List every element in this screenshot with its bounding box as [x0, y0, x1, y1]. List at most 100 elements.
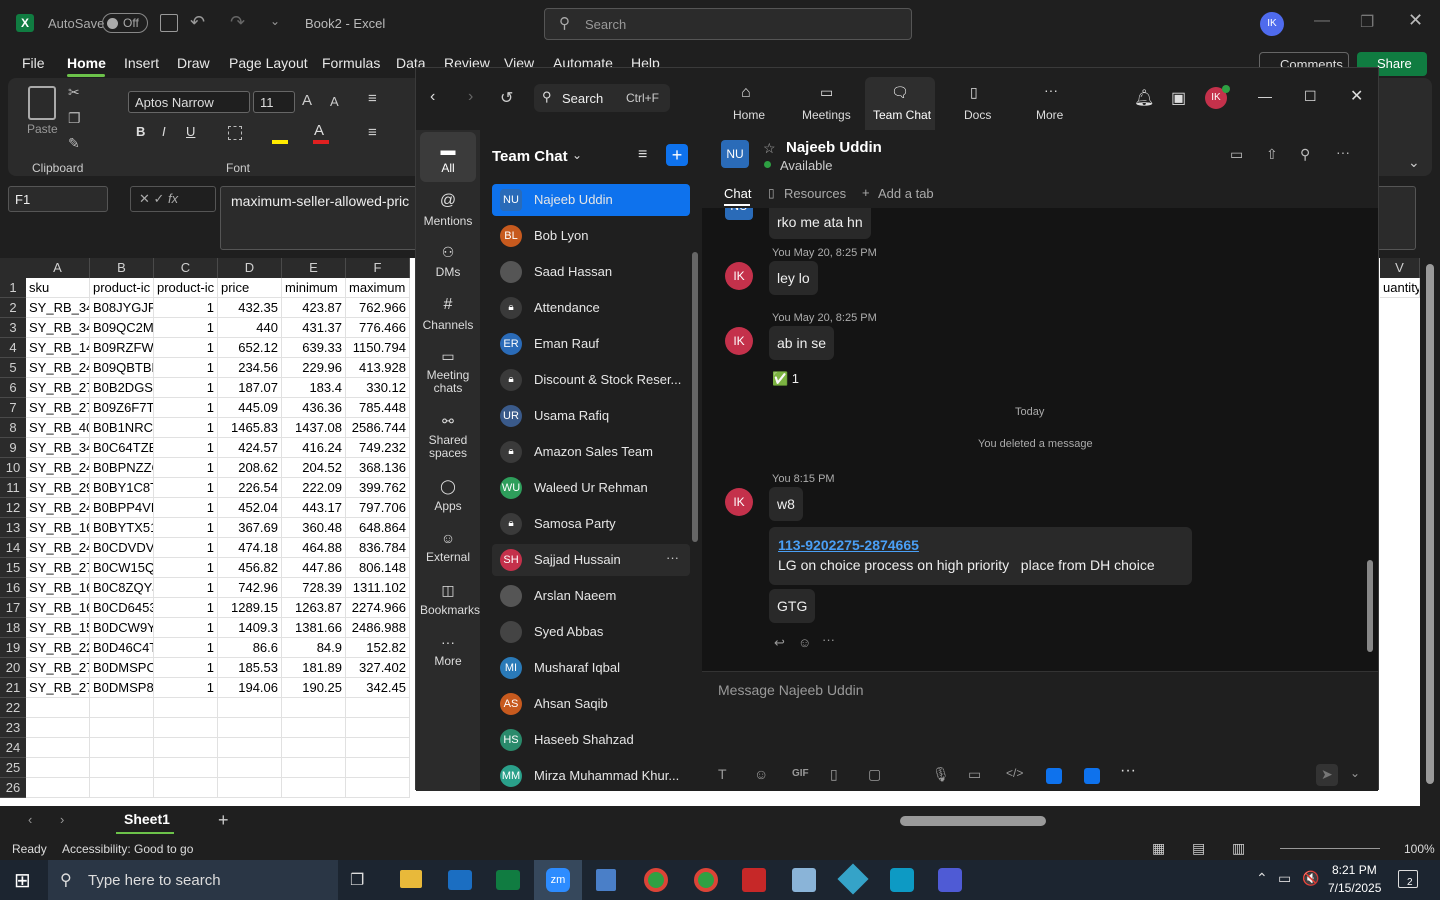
chat-list-item[interactable]: 🔒︎ Discount & Stock Reser...	[492, 364, 690, 396]
cell[interactable]: 639.33	[282, 338, 346, 358]
cell[interactable]: 183.4	[282, 378, 346, 398]
cell[interactable]: 1	[154, 358, 218, 378]
tab-formulas[interactable]: Formulas	[322, 55, 380, 71]
task-view-icon[interactable]: ❐	[350, 870, 364, 890]
paste-icon[interactable]	[28, 86, 56, 120]
cell[interactable]	[218, 758, 282, 778]
cell[interactable]: 836.784	[346, 538, 410, 558]
message-bubble[interactable]: GTG	[769, 589, 816, 623]
cell[interactable]	[218, 698, 282, 718]
chat-list-item[interactable]: 🔒︎ Amazon Sales Team	[492, 436, 690, 468]
fill-color-icon[interactable]	[272, 140, 288, 144]
zoom-level[interactable]: 100%	[1404, 842, 1435, 856]
rail-all[interactable]: ▬ All	[420, 132, 476, 182]
chat-list-item[interactable]: ER Eman Rauf	[492, 328, 690, 360]
send-button[interactable]: ➤	[1316, 764, 1338, 786]
tab-file[interactable]: File	[22, 55, 45, 71]
cell[interactable]: 1150.794	[346, 338, 410, 358]
column-header-c[interactable]: C	[154, 258, 218, 278]
app-shortcut-icon[interactable]	[1046, 768, 1062, 784]
cell[interactable]: 330.12	[346, 378, 410, 398]
emoji-icon[interactable]: ☺	[754, 766, 768, 782]
cell[interactable]: 1	[154, 398, 218, 418]
copy-icon[interactable]: ❐	[68, 110, 81, 127]
star-icon[interactable]: ☆	[763, 140, 776, 157]
page-break-view-icon[interactable]: ▥	[1232, 840, 1245, 857]
tab-home[interactable]: Home	[67, 55, 106, 71]
cell[interactable]: 1263.87	[282, 598, 346, 618]
video-message-icon[interactable]: ▭	[968, 766, 981, 783]
cell[interactable]: B0BYTX51(	[90, 518, 154, 538]
cell[interactable]: 367.69	[218, 518, 282, 538]
app-shortcut-icon[interactable]	[1084, 768, 1100, 784]
font-size-select[interactable]: 11	[253, 91, 295, 113]
vertical-scrollbar[interactable]	[1420, 184, 1440, 806]
cell[interactable]: B0CD6453	[90, 598, 154, 618]
cell[interactable]: SY_RB_34E	[26, 318, 90, 338]
restore-icon[interactable]: ❐	[1360, 12, 1374, 32]
cell[interactable]: SY_RB_24E	[26, 358, 90, 378]
more-options-icon[interactable]: ···	[666, 550, 679, 565]
cell-v1[interactable]: uantity	[1380, 278, 1420, 298]
filter-icon[interactable]: ≡	[638, 146, 647, 164]
cell[interactable]: SY_RB_27E	[26, 398, 90, 418]
format-painter-icon[interactable]: ✎	[68, 135, 80, 152]
cell[interactable]	[282, 698, 346, 718]
row-header[interactable]: 3	[0, 318, 26, 338]
chat-list-title[interactable]: Team Chat	[492, 148, 568, 165]
cell[interactable]: B0BPNZZC	[90, 458, 154, 478]
cell[interactable]: SY_RB_24C	[26, 538, 90, 558]
row-header[interactable]: 16	[0, 578, 26, 598]
column-header-v[interactable]: V	[1380, 258, 1420, 278]
cell[interactable]	[154, 698, 218, 718]
cell[interactable]: 1	[154, 498, 218, 518]
cell[interactable]: B0CW15QI	[90, 558, 154, 578]
row-header[interactable]: 8	[0, 418, 26, 438]
cell[interactable]: 1	[154, 418, 218, 438]
cell[interactable]: 342.45	[346, 678, 410, 698]
cell[interactable]: 474.18	[218, 538, 282, 558]
cell[interactable]	[346, 778, 410, 798]
select-all-corner[interactable]	[0, 258, 26, 278]
cell[interactable]: 234.56	[218, 358, 282, 378]
cell[interactable]: 1	[154, 338, 218, 358]
cell[interactable]	[346, 718, 410, 738]
chat-list-item[interactable]: Saad Hassan	[492, 256, 690, 288]
cell[interactable]: 424.57	[218, 438, 282, 458]
cell[interactable]: product-ic	[154, 278, 218, 298]
forward-icon[interactable]: ›	[468, 88, 473, 106]
sheet-tab-sheet1[interactable]: Sheet1	[116, 806, 174, 834]
cell[interactable]	[26, 758, 90, 778]
gif-icon[interactable]: GIF	[792, 768, 809, 779]
row-header[interactable]: 15	[0, 558, 26, 578]
cell[interactable]: 1	[154, 298, 218, 318]
cell[interactable]: B0DMSPC(	[90, 658, 154, 678]
cell[interactable]: SY_RB_27C	[26, 558, 90, 578]
accessibility-status[interactable]: Accessibility: Good to go	[62, 842, 193, 856]
cell[interactable]: 447.86	[282, 558, 346, 578]
cell[interactable]: 152.82	[346, 638, 410, 658]
cell[interactable]: B0CDVDVE	[90, 538, 154, 558]
row-header[interactable]: 10	[0, 458, 26, 478]
chat-list-item[interactable]: BL Bob Lyon	[492, 220, 690, 252]
chat-list-item[interactable]: SH Sajjad Hussain ···	[492, 544, 690, 576]
cell[interactable]: 2486.988	[346, 618, 410, 638]
cell[interactable]: SY_RB_34E	[26, 298, 90, 318]
more-options-icon[interactable]: ···	[1336, 144, 1350, 160]
cell[interactable]: 728.39	[282, 578, 346, 598]
screenshot-icon[interactable]: ▢	[868, 766, 881, 783]
cell[interactable]: SY_RB_16L	[26, 578, 90, 598]
filezilla-icon[interactable]	[742, 868, 766, 892]
row-header[interactable]: 17	[0, 598, 26, 618]
cell[interactable]: 1	[154, 538, 218, 558]
minimize-icon[interactable]: —	[1314, 12, 1330, 30]
tab-add[interactable]: Add a tab	[878, 186, 934, 201]
compose-box[interactable]: Message Najeeb Uddin T ☺ GIF ▯ ▢ 🎙︎ ▭ </…	[702, 671, 1378, 791]
cell[interactable]: B0BPP4VK	[90, 498, 154, 518]
clock-time[interactable]: 8:21 PM	[1332, 863, 1377, 877]
outlook-icon[interactable]	[448, 870, 472, 890]
teams-icon[interactable]	[938, 868, 962, 892]
cell[interactable]	[282, 738, 346, 758]
row-header[interactable]: 9	[0, 438, 26, 458]
cell[interactable]	[26, 718, 90, 738]
